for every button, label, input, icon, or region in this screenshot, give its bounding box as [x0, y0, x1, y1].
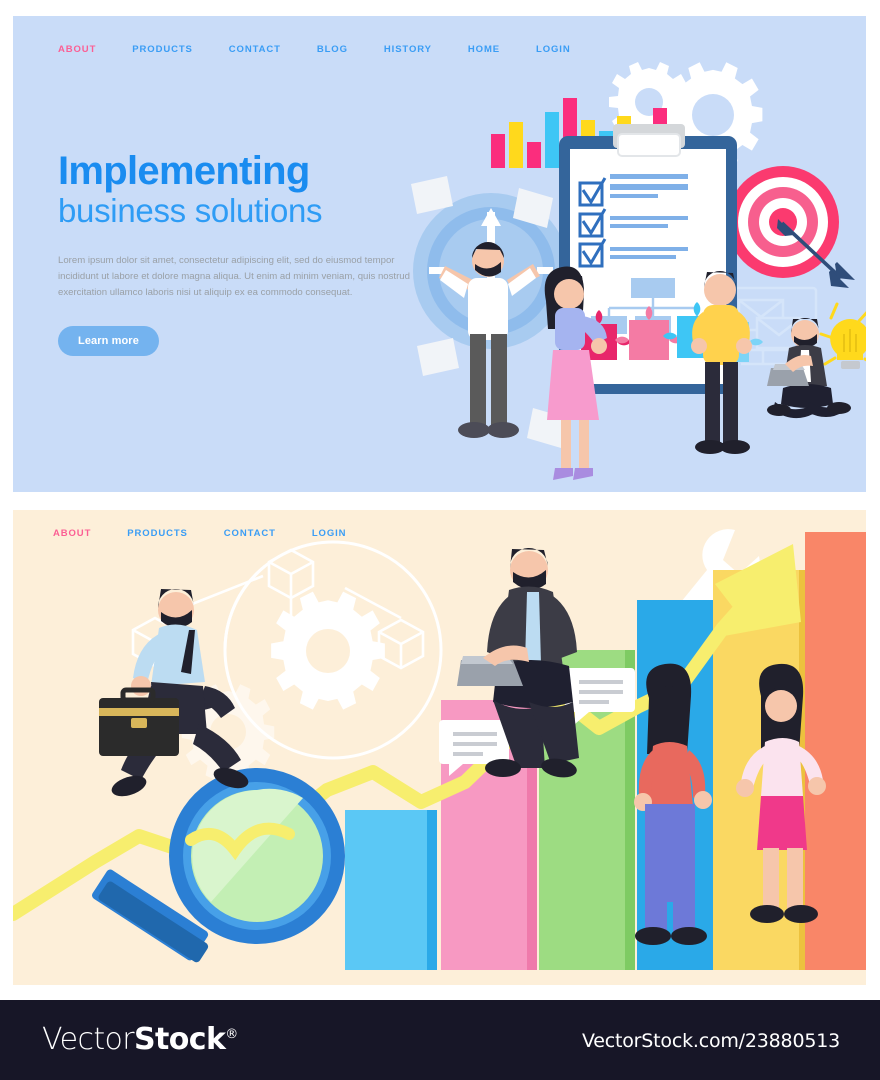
- headline-line-2: business solutions: [58, 191, 323, 229]
- banner-2-illustration: [13, 510, 866, 985]
- banner-1-headline: Implementing business solutions: [58, 151, 418, 227]
- vectorstock-logo: VectorStock®: [42, 1022, 238, 1057]
- nav-item-history[interactable]: HISTORY: [384, 44, 432, 55]
- nav2-item-about[interactable]: ABOUT: [53, 528, 91, 539]
- nav-item-home[interactable]: HOME: [468, 44, 500, 55]
- logo-text-bold: Stock: [134, 1022, 226, 1057]
- logo-text-light: Vector: [42, 1022, 135, 1057]
- magnifier-icon: [92, 768, 345, 963]
- nav2-item-contact[interactable]: CONTACT: [224, 528, 276, 539]
- nav2-item-login[interactable]: LOGIN: [312, 528, 347, 539]
- nav2-item-products[interactable]: PRODUCTS: [127, 528, 188, 539]
- screenshot-root: ABOUT PRODUCTS CONTACT BLOG HISTORY HOME…: [0, 0, 880, 1080]
- banner-1-text-block: Implementing business solutions Lorem ip…: [58, 151, 418, 357]
- vectorstock-url: VectorStock.com/23880513: [581, 1030, 840, 1052]
- registered-mark-icon: ®: [225, 1027, 238, 1042]
- banner-scaling-your-business: ABOUT PRODUCTS CONTACT LOGIN Scaling you…: [13, 510, 866, 985]
- banner-1-nav: ABOUT PRODUCTS CONTACT BLOG HISTORY HOME…: [58, 44, 607, 55]
- banner-1-paragraph-1: Lorem ipsum dolor sit amet, consectetur …: [58, 255, 410, 298]
- headline-line-1: Implementing: [58, 149, 310, 193]
- nav-item-contact[interactable]: CONTACT: [229, 44, 281, 55]
- nav-item-login[interactable]: LOGIN: [536, 44, 571, 55]
- banner-implementing-business-solutions: ABOUT PRODUCTS CONTACT BLOG HISTORY HOME…: [13, 16, 866, 492]
- banner-2-nav: ABOUT PRODUCTS CONTACT LOGIN: [53, 528, 382, 539]
- learn-more-button-1[interactable]: Learn more: [58, 326, 159, 357]
- nav-item-products[interactable]: PRODUCTS: [132, 44, 193, 55]
- lightbulb-icon: [819, 302, 866, 369]
- nav-item-about[interactable]: ABOUT: [58, 44, 96, 55]
- target-icon: [727, 166, 855, 288]
- nav-item-blog[interactable]: BLOG: [317, 44, 348, 55]
- briefcase-icon: [99, 687, 179, 756]
